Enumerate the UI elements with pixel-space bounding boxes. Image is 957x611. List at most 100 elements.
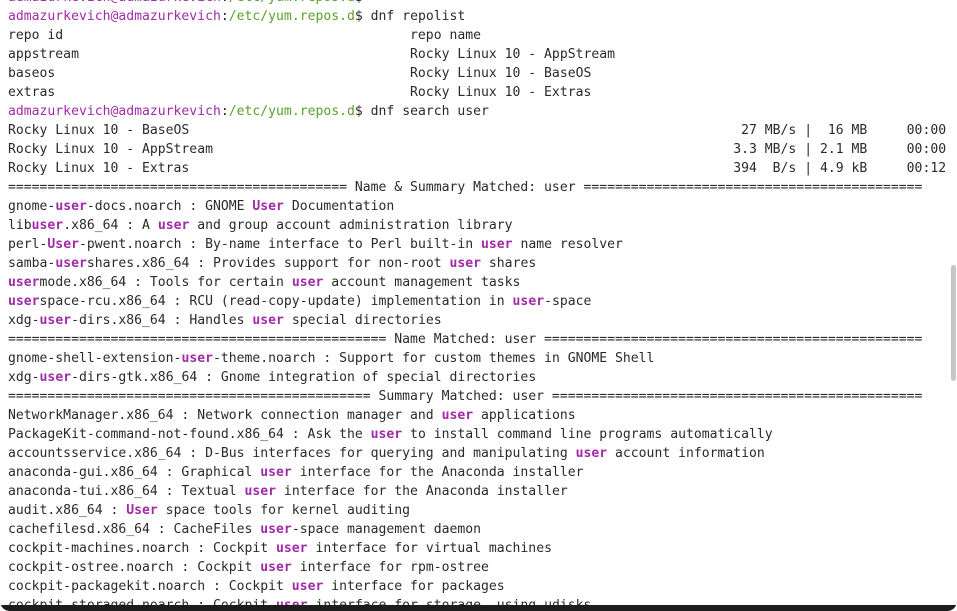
terminal-line: Rocky Linux 10 - Extras 394 B/s | 4.9 kB…: [8, 159, 948, 178]
match-highlight: user: [291, 579, 324, 594]
output-text: shares: [481, 256, 537, 271]
terminal-line: ========================================…: [8, 178, 948, 197]
match-highlight: user: [55, 256, 87, 271]
output-text: ========================================…: [8, 332, 923, 347]
output-text: mode.x86_64 : Tools for certain: [39, 275, 292, 290]
match-highlight: user: [260, 522, 292, 537]
output-text: baseos Rocky Linux 10 - BaseOS: [8, 66, 592, 81]
output-text: :: [221, 0, 229, 5]
output-text: anaconda-gui.x86_64 : Graphical: [8, 465, 261, 480]
terminal-line: gnome-shell-extension-user-theme.noarch …: [8, 349, 948, 368]
terminal-line: gnome-user-docs.noarch : GNOME User Docu…: [8, 197, 948, 216]
terminal-line: NetworkManager.x86_64 : Network connecti…: [8, 406, 948, 425]
output-text: appstream Rocky Linux 10 - AppStream: [8, 47, 615, 62]
terminal-window[interactable]: admazurkevich@admazurkevich:/etc/yum.rep…: [0, 0, 957, 611]
output-text: anaconda-tui.x86_64 : Textual: [8, 484, 245, 499]
terminal-line: usermode.x86_64 : Tools for certain user…: [8, 273, 948, 292]
match-highlight: user: [55, 199, 87, 214]
output-text: $: [355, 0, 363, 5]
match-highlight: User: [47, 237, 79, 252]
output-text: interface for the Anaconda installer: [291, 465, 584, 480]
prompt-user: admazurkevich@admazurkevich: [8, 0, 221, 5]
output-text: to install command line programs automat…: [402, 427, 773, 442]
output-text: extras Rocky Linux 10 - Extras: [8, 85, 592, 100]
terminal-line: extras Rocky Linux 10 - Extras: [8, 83, 948, 102]
output-text: Rocky Linux 10 - AppStream 3.3 MB/s | 2.…: [8, 142, 947, 157]
match-highlight: user: [39, 313, 72, 328]
terminal-line: accountsservice.x86_64 : D-Bus interface…: [8, 444, 948, 463]
output-text: .x86_64 : A: [63, 218, 158, 233]
match-highlight: user: [252, 313, 284, 328]
terminal-line: cachefilesd.x86_64 : CacheFiles user-spa…: [8, 520, 948, 539]
match-highlight: user: [260, 560, 292, 575]
output-text: interface for packages: [323, 579, 505, 594]
match-highlight: user: [291, 275, 324, 290]
output-text: repo id repo name: [8, 28, 481, 43]
match-highlight: User: [252, 199, 284, 214]
match-highlight: user: [441, 408, 474, 423]
match-highlight: User: [126, 503, 158, 518]
output-text: -space: [544, 294, 592, 309]
output-text: interface for the Anaconda installer: [276, 484, 568, 499]
output-text: interface for rpm-ostree: [291, 560, 489, 575]
output-text: NetworkManager.x86_64 : Network connecti…: [8, 408, 442, 423]
match-highlight: user: [31, 218, 64, 233]
terminal-output[interactable]: admazurkevich@admazurkevich:/etc/yum.rep…: [8, 0, 948, 611]
output-text: audit.x86_64 :: [8, 503, 127, 518]
terminal-line: Rocky Linux 10 - AppStream 3.3 MB/s | 2.…: [8, 140, 948, 159]
terminal-line: appstream Rocky Linux 10 - AppStream: [8, 45, 948, 64]
output-text: $ dnf repolist: [354, 9, 466, 24]
output-text: $ dnf search user: [354, 104, 489, 119]
terminal-line: repo id repo name: [8, 26, 948, 45]
terminal-line: perl-User-pwent.noarch : By-name interfa…: [8, 235, 948, 254]
prompt-user: admazurkevich@admazurkevich: [8, 104, 221, 119]
terminal-line: libuser.x86_64 : A user and group accoun…: [8, 216, 948, 235]
output-text: -dirs-gtk.x86_64 : Gnome integration of …: [71, 370, 537, 385]
output-text: account management tasks: [323, 275, 521, 290]
output-text: ========================================…: [8, 180, 923, 195]
terminal-line: xdg-user-dirs.x86_64 : Handles user spec…: [8, 311, 948, 330]
output-text: name resolver: [512, 237, 623, 252]
output-text: :: [220, 104, 229, 119]
match-highlight: user: [575, 446, 608, 461]
output-text: ========================================…: [8, 389, 923, 404]
output-text: Rocky Linux 10 - BaseOS 27 MB/s | 16 MB …: [8, 123, 947, 138]
terminal-line: admazurkevich@admazurkevich:/etc/yum.rep…: [8, 102, 948, 121]
output-text: PackageKit-command-not-found.x86_64 : As…: [8, 427, 371, 442]
match-highlight: user: [449, 256, 482, 271]
terminal-line: admazurkevich@admazurkevich:/etc/yum.rep…: [8, 0, 948, 7]
terminal-line: anaconda-gui.x86_64 : Graphical user int…: [8, 463, 948, 482]
match-highlight: user: [8, 275, 40, 290]
output-text: cockpit-machines.noarch : Cockpit: [8, 541, 277, 556]
output-text: -theme.noarch : Support for custom theme…: [212, 351, 655, 366]
prompt-path: /etc/yum.repos.d: [228, 104, 355, 119]
output-text: gnome-shell-extension-: [8, 351, 182, 366]
scrollbar-thumb[interactable]: [951, 265, 956, 381]
terminal-line: ========================================…: [8, 330, 948, 349]
match-highlight: user: [181, 351, 213, 366]
terminal-line: admazurkevich@admazurkevich:/etc/yum.rep…: [8, 7, 948, 26]
output-text: Rocky Linux 10 - Extras 394 B/s | 4.9 kB…: [8, 161, 947, 176]
output-text: interface for virtual machines: [307, 541, 552, 556]
output-text: -dirs.x86_64 : Handles: [71, 313, 253, 328]
output-text: :: [220, 9, 229, 24]
output-text: account information: [607, 446, 765, 461]
output-text: accountsservice.x86_64 : D-Bus interface…: [8, 446, 576, 461]
output-text: -pwent.noarch : By-name interface to Per…: [78, 237, 482, 252]
output-text: xdg-: [8, 313, 40, 328]
terminal-line: cockpit-machines.noarch : Cockpit user i…: [8, 539, 948, 558]
match-highlight: user: [260, 465, 292, 480]
prompt-path: /etc/yum.repos.d: [229, 0, 355, 5]
terminal-line: anaconda-tui.x86_64 : Textual user inter…: [8, 482, 948, 501]
match-highlight: user: [276, 541, 308, 556]
terminal-line: ========================================…: [8, 387, 948, 406]
terminal-line: xdg-user-dirs-gtk.x86_64 : Gnome integra…: [8, 368, 948, 387]
terminal-line: audit.x86_64 : User space tools for kern…: [8, 501, 948, 520]
match-highlight: user: [370, 427, 403, 442]
terminal-line: cockpit-packagekit.noarch : Cockpit user…: [8, 577, 948, 596]
terminal-line: cockpit-ostree.noarch : Cockpit user int…: [8, 558, 948, 577]
output-text: shares.x86_64 : Provides support for non…: [86, 256, 450, 271]
match-highlight: user: [8, 294, 40, 309]
terminal-line: samba-usershares.x86_64 : Provides suppo…: [8, 254, 948, 273]
output-text: xdg-: [8, 370, 40, 385]
